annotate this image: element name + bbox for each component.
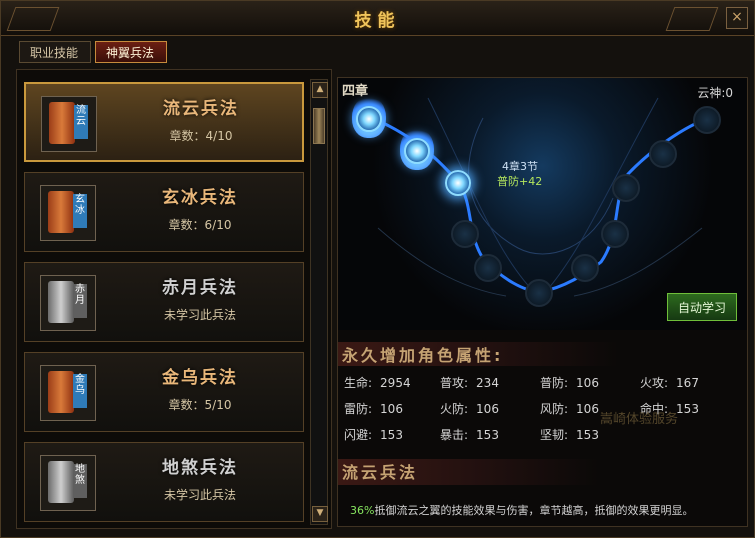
skill-list-item-chiyue[interactable]: 赤月 赤月兵法 未学习此兵法 [24,262,304,342]
skill-description-heading: 流云兵法 [338,459,598,485]
auto-learn-button[interactable]: 自动学习 [667,293,737,321]
skill-list-item-liuyun[interactable]: 流云 流云兵法 章数：4/10 [24,82,304,162]
disha-icon: 地煞 [40,455,96,511]
node-tooltip-section: 4章3节 [502,160,538,173]
stat-critical: 暴击: 153 [440,428,499,442]
scroll-down-button[interactable]: ▼ [312,506,328,522]
jinwu-badge: 金乌 [73,374,87,408]
chiyue-badge: 赤月 [73,284,87,318]
skill-node-locked[interactable] [451,220,479,248]
skill-name: 赤月兵法 [162,278,238,298]
jinwu-icon: 金乌 [40,365,96,421]
description-text: 抵御流云之翼的技能效果与伤害，章节越高，抵御的效果更明显。 [374,504,694,517]
xuanbing-icon: 玄冰 [40,185,96,241]
scroll-icon [48,371,74,413]
scroll-icon [49,102,75,144]
node-tooltip-bonus: 普防+42 [497,175,543,188]
skill-list-panel: 流云 流云兵法 章数：4/10 玄冰 玄冰兵法 章数：6/10 赤月 赤月兵法 … [16,69,332,529]
description-percent: 36% [350,504,375,517]
skill-node-lit[interactable] [356,106,382,132]
skill-progress: 未学习此兵法 [163,308,236,322]
stat-fire-defense: 火防: 106 [440,402,499,416]
scroll-up-button[interactable]: ▲ [312,82,328,98]
skill-node-locked[interactable] [601,220,629,248]
skill-progress: 章数：5/10 [168,398,232,412]
skill-list-item-xuanbing[interactable]: 玄冰 玄冰兵法 章数：6/10 [24,172,304,252]
stat-fire-attack: 火攻: 167 [640,376,699,390]
skill-node-locked[interactable] [525,279,553,307]
skill-list-scrollbar[interactable]: ▲ ▼ [310,79,328,525]
attributes-heading: 永久增加角色属性: [338,342,618,366]
skill-list-item-jinwu[interactable]: 金乌 金乌兵法 章数：5/10 [24,352,304,432]
tab-wing-tactics[interactable]: 神翼兵法 [95,41,167,63]
stat-thunder-defense: 雷防: 106 [344,402,403,416]
skill-node-lit[interactable] [404,138,430,164]
stat-wind-defense: 风防: 106 [540,402,599,416]
scroll-icon [48,191,74,233]
skill-progress: 章数：6/10 [168,218,232,232]
skill-name: 玄冰兵法 [162,188,238,208]
skill-window: 技能 × 职业技能 神翼兵法 流云 流云兵法 章数：4/10 玄冰 玄冰兵法 章… [0,0,755,538]
skill-progress: 未学习此兵法 [163,488,236,502]
skill-node-locked[interactable] [693,106,721,134]
watermark: 嵩崎体验服务 [600,412,679,427]
stat-tenacity: 坚韧: 153 [540,428,599,442]
scroll-icon [48,461,74,503]
window-title: 技能 [354,11,401,31]
close-button[interactable]: × [726,7,748,29]
liuyun-badge: 流云 [74,105,88,139]
stat-hp: 生命: 2954 [344,376,411,390]
stat-dodge: 闪避: 153 [344,428,403,442]
disha-badge: 地煞 [73,464,87,498]
scroll-thumb[interactable] [313,108,325,144]
skill-name: 金乌兵法 [162,368,238,388]
skill-progress: 章数：4/10 [169,129,233,143]
skill-name: 地煞兵法 [162,458,238,478]
skill-node-locked[interactable] [649,140,677,168]
chiyue-icon: 赤月 [40,275,96,331]
scroll-icon [48,281,74,323]
title-bar: 技能 × [1,1,754,36]
skill-detail-panel: 四章 云神:0 4章3节 普防+42 自动学习 永久增加角色属性: 生命: 295… [337,77,748,527]
liuyun-icon: 流云 [41,96,97,152]
yunshen-count: 云神:0 [697,86,733,100]
tab-class-skills[interactable]: 职业技能 [19,41,91,63]
skill-list-item-disha[interactable]: 地煞 地煞兵法 未学习此兵法 [24,442,304,522]
skill-node-locked[interactable] [474,254,502,282]
stat-defense: 普防: 106 [540,376,599,390]
xuanbing-badge: 玄冰 [73,194,87,228]
attribute-stats: 生命: 2954 普攻: 234 普防: 106 火攻: 167 雷防: 106 火防: 1… [344,374,740,450]
skill-name: 流云兵法 [163,99,239,119]
skill-node-lit[interactable] [445,170,471,196]
skill-node-locked[interactable] [571,254,599,282]
skill-node-locked[interactable] [612,174,640,202]
wing-node-map: 四章 云神:0 4章3节 普防+42 自动学习 [338,78,747,330]
skill-description: 36%抵御流云之翼的技能效果与伤害，章节越高，抵御的效果更明显。 [350,502,740,518]
stat-attack: 普攻: 234 [440,376,499,390]
